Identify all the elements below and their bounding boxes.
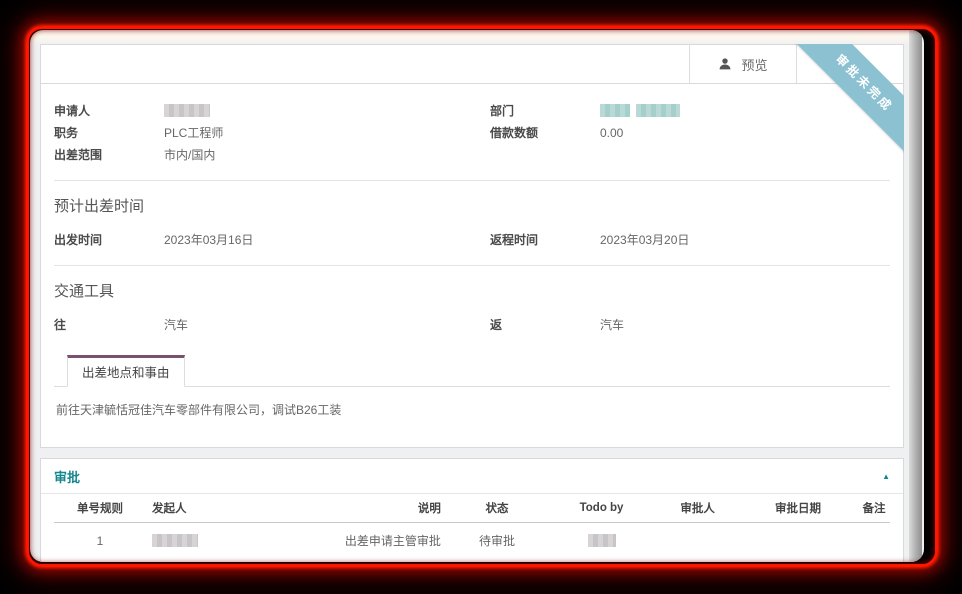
screenshot-stage: 预览 申请人 职务 PLC工程师 <box>0 0 962 594</box>
recording-border <box>26 26 938 567</box>
